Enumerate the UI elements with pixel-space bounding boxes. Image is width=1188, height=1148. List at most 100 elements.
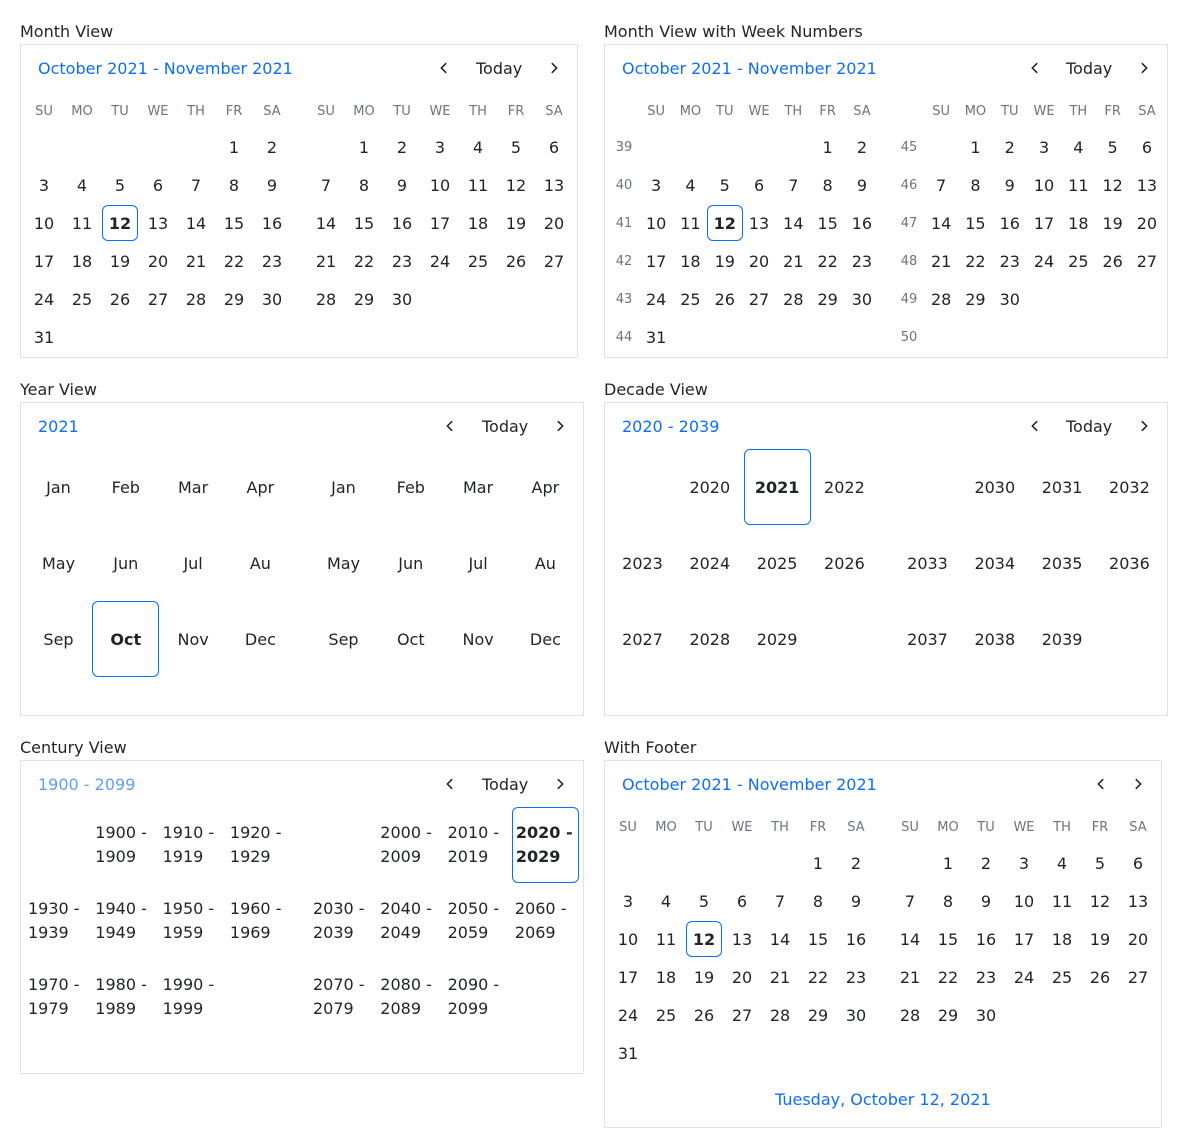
next-button[interactable] xyxy=(1131,55,1157,81)
grid-cell[interactable]: Au xyxy=(512,525,579,601)
day-cell[interactable]: 8 xyxy=(800,883,836,919)
day-cell[interactable]: 25 xyxy=(460,243,496,279)
day-cell[interactable]: 7 xyxy=(923,167,959,203)
day-cell[interactable]: 29 xyxy=(930,997,966,1033)
day-cell[interactable]: 6 xyxy=(1120,845,1156,881)
day-cell[interactable]: 28 xyxy=(775,281,811,317)
day-cell[interactable]: 21 xyxy=(178,243,214,279)
day-cell[interactable]: 24 xyxy=(26,281,62,317)
day-cell[interactable]: 26 xyxy=(1082,959,1118,995)
grid-cell[interactable]: May xyxy=(310,525,377,601)
grid-cell[interactable]: 2029 xyxy=(744,601,811,677)
day-cell[interactable]: 9 xyxy=(968,883,1004,919)
grid-cell[interactable]: Sep xyxy=(25,601,92,677)
day-cell[interactable]: 17 xyxy=(422,205,458,241)
grid-cell[interactable]: 2020 xyxy=(676,449,743,525)
grid-cell[interactable]: 2026 xyxy=(811,525,878,601)
day-cell[interactable]: 31 xyxy=(26,319,62,355)
day-cell[interactable]: 22 xyxy=(216,243,252,279)
day-cell[interactable]: 19 xyxy=(686,959,722,995)
day-cell[interactable]: 5 xyxy=(686,883,722,919)
day-cell[interactable]: 16 xyxy=(968,921,1004,957)
day-cell[interactable]: 2 xyxy=(254,129,290,165)
day-cell[interactable]: 28 xyxy=(762,997,798,1033)
day-cell[interactable]: 21 xyxy=(775,243,811,279)
grid-cell[interactable]: 1910 - 1919 xyxy=(160,807,227,883)
year-label[interactable]: 2021 xyxy=(38,416,79,438)
day-cell[interactable]: 5 xyxy=(102,167,138,203)
grid-cell[interactable]: Nov xyxy=(160,601,227,677)
grid-cell[interactable]: 2031 xyxy=(1029,449,1096,525)
grid-cell[interactable]: 2039 xyxy=(1029,601,1096,677)
day-cell[interactable]: 20 xyxy=(741,243,777,279)
grid-cell[interactable]: 2010 - 2019 xyxy=(445,807,512,883)
day-cell[interactable]: 15 xyxy=(957,205,993,241)
day-cell[interactable]: 5 xyxy=(1095,129,1131,165)
next-button[interactable] xyxy=(541,55,567,81)
selected-cell[interactable]: 2021 xyxy=(743,449,811,525)
day-cell[interactable]: 15 xyxy=(346,205,382,241)
day-cell[interactable]: 1 xyxy=(800,845,836,881)
day-cell[interactable]: 6 xyxy=(741,167,777,203)
grid-cell[interactable]: Feb xyxy=(377,449,444,525)
day-cell[interactable]: 14 xyxy=(892,921,928,957)
day-cell[interactable]: 23 xyxy=(254,243,290,279)
day-cell[interactable]: 14 xyxy=(178,205,214,241)
selected-cell[interactable]: Oct xyxy=(92,601,160,677)
day-cell[interactable]: 13 xyxy=(1129,167,1165,203)
day-cell[interactable]: 20 xyxy=(140,243,176,279)
day-cell[interactable]: 15 xyxy=(800,921,836,957)
day-cell[interactable]: 27 xyxy=(1120,959,1156,995)
today-button[interactable]: Today xyxy=(482,774,528,796)
day-cell[interactable]: 14 xyxy=(308,205,344,241)
grid-cell[interactable]: Sep xyxy=(310,601,377,677)
day-cell[interactable]: 9 xyxy=(384,167,420,203)
grid-cell[interactable]: 2036 xyxy=(1096,525,1163,601)
grid-cell[interactable]: Jan xyxy=(310,449,377,525)
day-cell[interactable]: 17 xyxy=(1026,205,1062,241)
day-cell[interactable]: 11 xyxy=(460,167,496,203)
day-cell[interactable]: 18 xyxy=(64,243,100,279)
next-button[interactable] xyxy=(1131,413,1157,439)
day-cell[interactable]: 18 xyxy=(460,205,496,241)
selected-day[interactable]: 12 xyxy=(102,205,138,241)
day-cell[interactable]: 18 xyxy=(672,243,708,279)
day-cell[interactable]: 28 xyxy=(308,281,344,317)
day-cell[interactable]: 19 xyxy=(498,205,534,241)
next-button[interactable] xyxy=(547,413,573,439)
grid-cell[interactable]: 1920 - 1929 xyxy=(227,807,294,883)
day-cell[interactable]: 30 xyxy=(384,281,420,317)
day-cell[interactable]: 11 xyxy=(64,205,100,241)
day-cell[interactable]: 30 xyxy=(992,281,1028,317)
grid-cell[interactable]: Dec xyxy=(227,601,294,677)
grid-cell[interactable]: 2028 xyxy=(676,601,743,677)
month-range-label[interactable]: October 2021 - November 2021 xyxy=(622,58,877,80)
day-cell[interactable]: 28 xyxy=(892,997,928,1033)
selected-cell[interactable]: 2020 - 2029 xyxy=(511,807,579,883)
day-cell[interactable]: 7 xyxy=(178,167,214,203)
day-cell[interactable]: 9 xyxy=(838,883,874,919)
day-cell[interactable]: 7 xyxy=(762,883,798,919)
day-cell[interactable]: 16 xyxy=(992,205,1028,241)
day-cell[interactable]: 10 xyxy=(1026,167,1062,203)
today-button[interactable]: Today xyxy=(482,416,528,438)
decade-label[interactable]: 2020 - 2039 xyxy=(622,416,719,438)
day-cell[interactable]: 31 xyxy=(610,1035,646,1071)
grid-cell[interactable]: Feb xyxy=(92,449,159,525)
day-cell[interactable]: 24 xyxy=(638,281,674,317)
day-cell[interactable]: 16 xyxy=(844,205,880,241)
grid-cell[interactable]: 2033 xyxy=(894,525,961,601)
day-cell[interactable]: 30 xyxy=(844,281,880,317)
selected-day[interactable]: 12 xyxy=(686,921,722,957)
day-cell[interactable]: 16 xyxy=(838,921,874,957)
day-cell[interactable]: 29 xyxy=(810,281,846,317)
month-range-label[interactable]: October 2021 - November 2021 xyxy=(622,774,877,796)
day-cell[interactable]: 23 xyxy=(838,959,874,995)
day-cell[interactable]: 16 xyxy=(384,205,420,241)
grid-cell[interactable]: 1990 - 1999 xyxy=(160,959,227,1035)
day-cell[interactable]: 15 xyxy=(930,921,966,957)
day-cell[interactable]: 15 xyxy=(216,205,252,241)
day-cell[interactable]: 30 xyxy=(254,281,290,317)
day-cell[interactable]: 5 xyxy=(707,167,743,203)
day-cell[interactable]: 23 xyxy=(992,243,1028,279)
